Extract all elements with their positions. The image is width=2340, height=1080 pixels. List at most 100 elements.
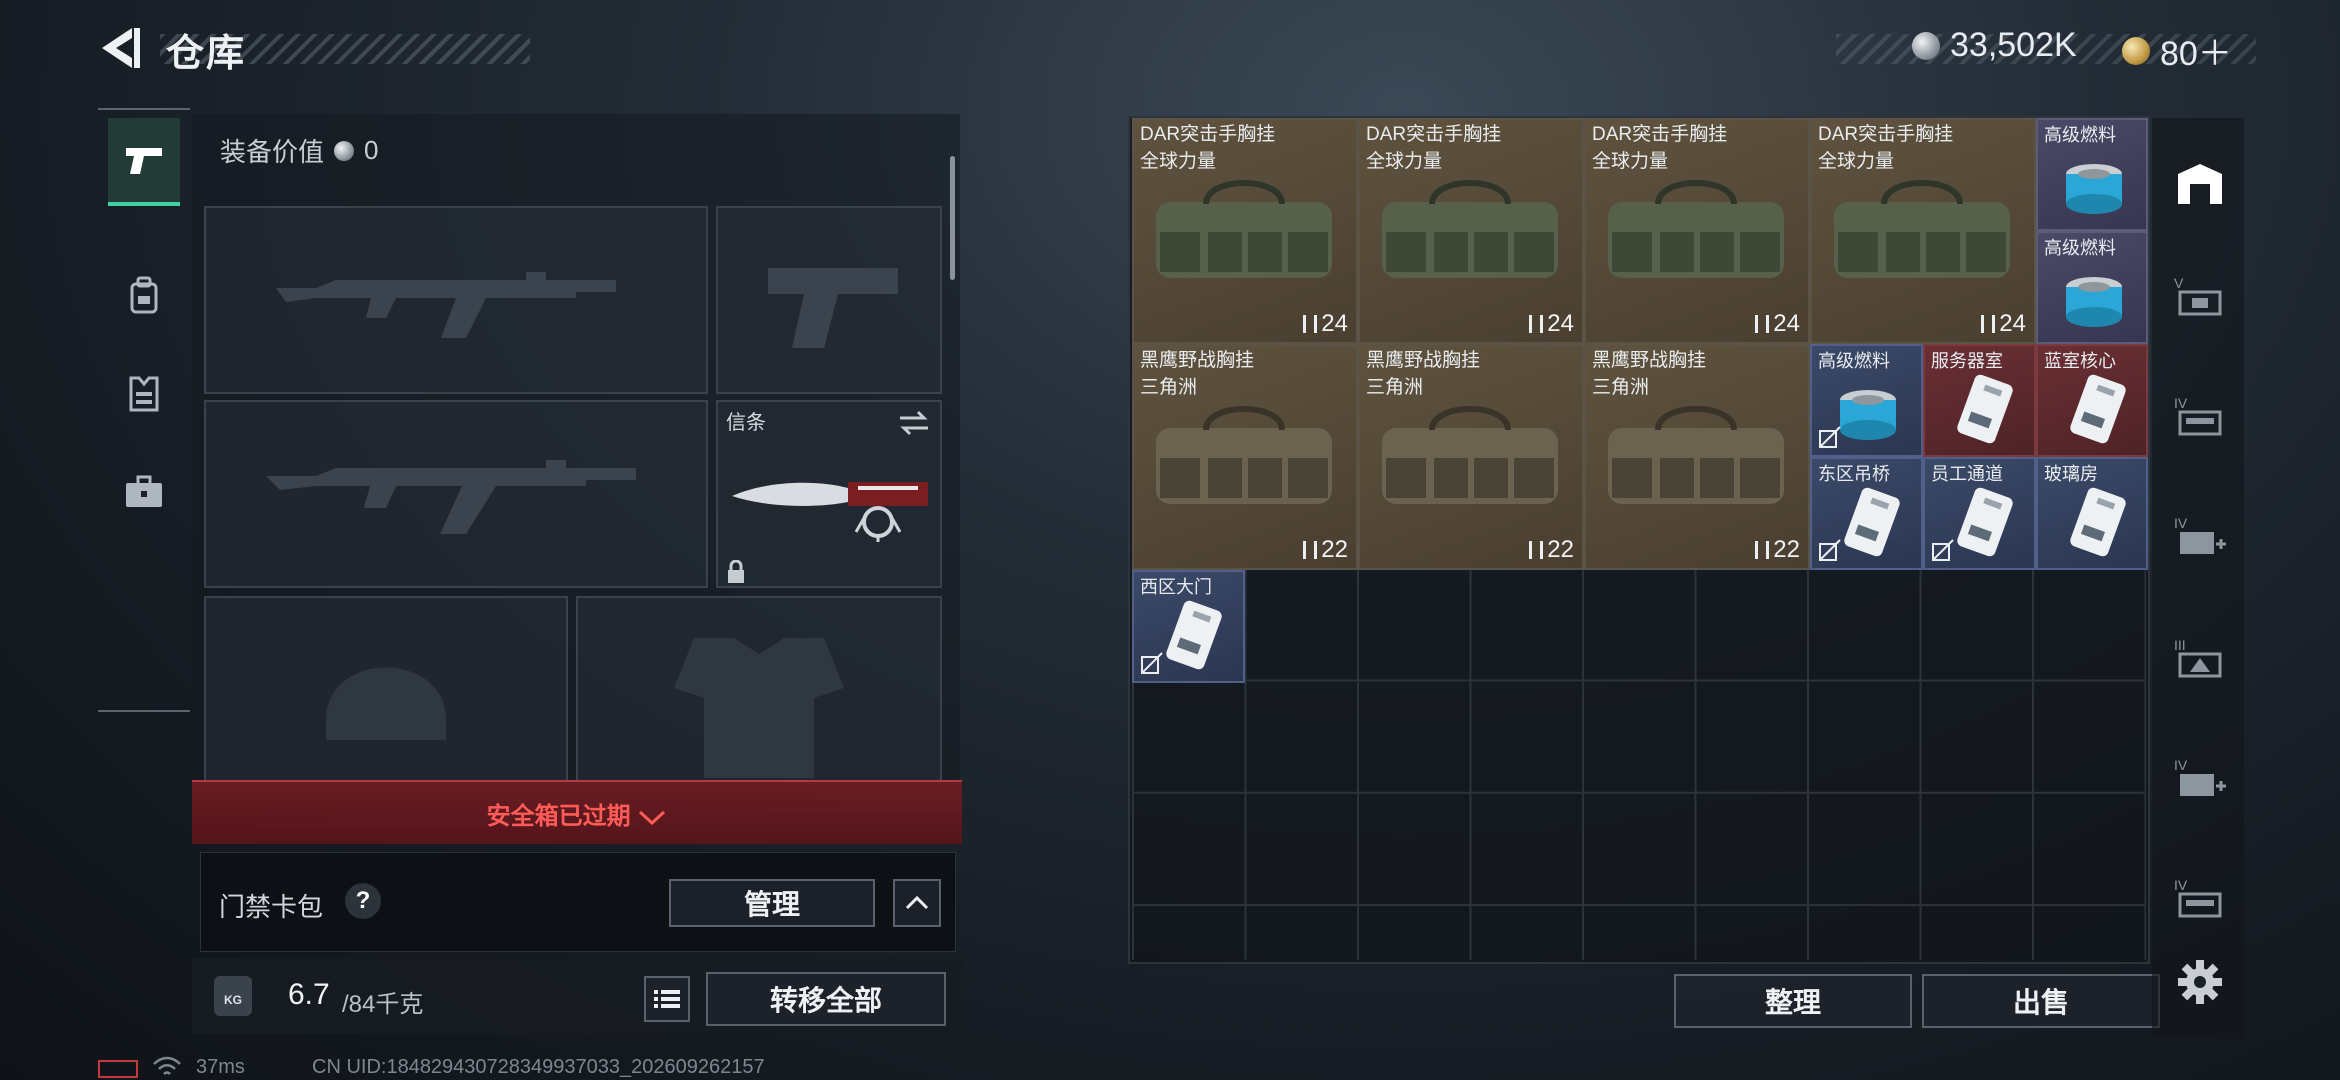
weight-icon: KG — [214, 976, 252, 1016]
storage-item-bag[interactable]: DAR突击手胸挂 全球力量 24 — [1358, 118, 1584, 344]
item-name: 东区吊桥 — [1818, 464, 1890, 484]
gold-coin-icon — [2122, 36, 2150, 65]
silver-coin-icon — [1912, 31, 1940, 60]
storage-item-keycard[interactable]: 服务器室 — [1923, 344, 2036, 457]
keycard-icon — [1166, 600, 1222, 670]
storage-item-keycard[interactable]: 蓝室核心 — [2036, 344, 2148, 457]
container-tab-iv-plus-2[interactable]: IV — [2172, 750, 2228, 806]
container-tab-iv[interactable]: IV — [2172, 388, 2228, 444]
settings-button[interactable] — [2172, 954, 2228, 1010]
keycard-wallet-label: 门禁卡包 — [219, 892, 324, 922]
fuel-can-icon — [2066, 164, 2122, 214]
sell-button[interactable]: 出售 — [1922, 974, 2160, 1028]
lock-icon — [728, 560, 744, 583]
supplies-tab[interactable] — [108, 450, 180, 534]
knife-icon — [732, 482, 928, 542]
container-tab-iv-plus[interactable]: IV — [2172, 508, 2228, 564]
fuel-can-icon — [2066, 277, 2122, 327]
container-iv-icon: IV — [2174, 395, 2222, 436]
svg-text:V: V — [2174, 275, 2184, 291]
armor-tab[interactable] — [108, 352, 180, 436]
storage-item-bag[interactable]: 黑鹰野战胸挂 三角洲 22 — [1584, 344, 1810, 570]
category-rail — [98, 108, 190, 712]
no-insure-icon — [1819, 539, 1841, 561]
sort-button[interactable]: 整理 — [1674, 974, 1912, 1028]
manage-button[interactable]: 管理 — [669, 879, 875, 927]
swap-icon[interactable] — [898, 410, 930, 436]
keycard-icon — [1957, 487, 2013, 557]
container-tab-v[interactable]: V — [2172, 268, 2228, 324]
container-tab-iv-2[interactable]: IV — [2172, 870, 2228, 926]
item-subtitle: 三角洲 — [1140, 377, 1198, 398]
warehouse-icon — [2178, 164, 2222, 204]
body-armor-slot[interactable] — [576, 596, 942, 782]
safe-box-warning-text: 安全箱已过期 — [192, 796, 962, 831]
storage-item-bag[interactable]: DAR突击手胸挂 全球力量 24 — [1810, 118, 2036, 344]
chest-rig-bag-icon — [1608, 406, 1784, 504]
storage-item-fuel[interactable]: 高级燃料 — [1810, 344, 1923, 457]
weapons-tab[interactable] — [108, 118, 180, 206]
keycard-icon — [2070, 487, 2126, 557]
storage-item-keycard[interactable]: 玻璃房 — [2036, 457, 2148, 570]
storage-item-fuel[interactable]: 高级燃料 — [2036, 231, 2148, 344]
keycard-icon — [2070, 374, 2126, 444]
list-view-button[interactable] — [644, 976, 690, 1022]
wifi-icon — [153, 1056, 181, 1075]
item-name: DAR突击手胸挂 — [1140, 124, 1276, 145]
silver-amount: 33,502K — [1950, 26, 2077, 64]
warehouse-tab[interactable] — [2172, 156, 2228, 212]
container-v-icon: V — [2174, 275, 2222, 316]
item-name: 西区大门 — [1140, 577, 1212, 597]
container-iv-plus-icon: IV — [2174, 757, 2226, 796]
storage-item-keycard[interactable]: 西区大门 — [1132, 570, 1245, 683]
equipment-value: 装备价值 0 — [220, 132, 378, 169]
storage-item-bag[interactable]: 黑鹰野战胸挂 三角洲 22 — [1358, 344, 1584, 570]
helmet-silhouette-icon — [326, 667, 446, 740]
item-subtitle: 三角洲 — [1592, 377, 1650, 398]
container-tab-iii[interactable]: III — [2172, 630, 2228, 686]
briefcase-icon — [126, 475, 162, 507]
safe-box-expired-bar[interactable]: 安全箱已过期 — [192, 780, 962, 844]
item-name: 玻璃房 — [2044, 464, 2098, 484]
item-subtitle: 全球力量 — [1140, 151, 1217, 172]
item-count: 22 — [1529, 536, 1574, 564]
chevron-up-icon — [905, 895, 929, 910]
item-subtitle: 全球力量 — [1818, 151, 1895, 172]
back-button[interactable] — [98, 24, 142, 72]
melee-slot-label: 信条 — [726, 412, 766, 434]
item-subtitle: 三角洲 — [1366, 377, 1424, 398]
keycard-icon — [1844, 487, 1900, 557]
no-insure-icon — [1819, 426, 1841, 448]
no-insure-icon — [1141, 652, 1163, 674]
battery-icon — [98, 1060, 138, 1078]
chest-rig-bag-icon — [1156, 406, 1332, 504]
container-iv-plus-icon: IV — [2174, 515, 2226, 554]
rail-divider — [98, 710, 190, 712]
storage-item-keycard[interactable]: 东区吊桥 — [1810, 457, 1923, 570]
storage-item-bag[interactable]: DAR突击手胸挂 全球力量 24 — [1132, 118, 1358, 344]
silver-currency: 33,502K — [1912, 26, 2077, 65]
svg-text:IV: IV — [2174, 877, 2188, 893]
helmet-slot[interactable] — [204, 596, 568, 782]
item-name: 黑鹰野战胸挂 — [1592, 350, 1707, 371]
storage-item-keycard[interactable]: 员工通道 — [1923, 457, 2036, 570]
gold-currency[interactable]: 80＋ — [2122, 26, 2232, 75]
item-count: 22 — [1755, 536, 1800, 564]
item-name: DAR突击手胸挂 — [1592, 124, 1728, 145]
pistol-icon — [126, 148, 162, 174]
item-name: 蓝室核心 — [2044, 351, 2116, 371]
rifle-silhouette-icon — [266, 460, 636, 534]
gear-tab[interactable] — [108, 254, 180, 338]
weight-max: /84千克 — [342, 991, 424, 1018]
storage-item-fuel[interactable]: 高级燃料 — [2036, 118, 2148, 231]
collapse-button[interactable] — [893, 879, 941, 927]
melee-slot[interactable]: 信条 — [716, 400, 942, 588]
transfer-all-button[interactable]: 转移全部 — [706, 972, 946, 1026]
sidearm-slot[interactable] — [716, 206, 942, 394]
loadout-scrollbar[interactable] — [950, 156, 955, 280]
storage-item-bag[interactable]: DAR突击手胸挂 全球力量 24 — [1584, 118, 1810, 344]
storage-item-bag[interactable]: 黑鹰野战胸挂 三角洲 22 — [1132, 344, 1358, 570]
secondary-weapon-slot[interactable] — [204, 400, 708, 588]
primary-weapon-slot[interactable] — [204, 206, 708, 394]
help-icon[interactable]: ? — [345, 883, 381, 919]
